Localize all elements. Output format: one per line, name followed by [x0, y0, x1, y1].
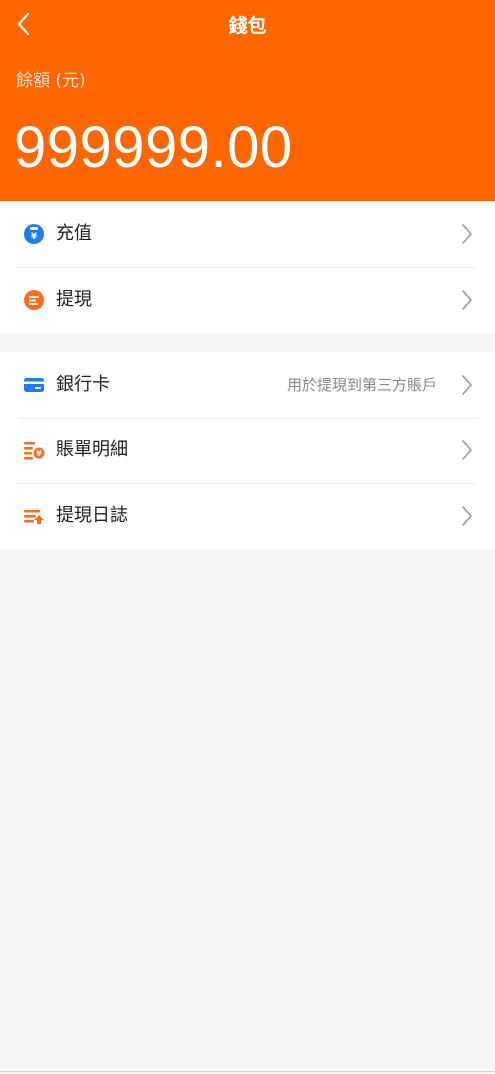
- bill-details-icon: ¥: [23, 439, 45, 461]
- menu-item-label: 銀行卡: [56, 373, 110, 395]
- account-menu: 銀行卡 用於提現到第三方賬戶 ¥ 賬單明細 提現日誌: [0, 352, 495, 549]
- menu-item-label: 提現日誌: [56, 504, 128, 526]
- chevron-right-icon: [462, 290, 472, 310]
- menu-item-label: 提現: [56, 289, 92, 310]
- chevron-right-icon: [462, 440, 472, 461]
- recharge-icon: ¥: [23, 223, 45, 245]
- menu-item-withdraw-log[interactable]: 提現日誌: [0, 483, 495, 549]
- page-title: 錢包: [228, 15, 267, 37]
- balance-label: 餘額 (元): [16, 71, 86, 91]
- bank-card-icon: [23, 374, 45, 396]
- balance-value: 999999.00: [14, 115, 293, 180]
- menu-item-withdraw[interactable]: 提現: [0, 267, 495, 333]
- withdraw-log-icon: [23, 505, 45, 527]
- withdraw-icon: [23, 289, 45, 311]
- menu-item-bank-card[interactable]: 銀行卡 用於提現到第三方賬戶: [0, 352, 495, 418]
- bank-card-hint: 用於提現到第三方賬戶: [286, 375, 437, 394]
- funds-menu: ¥ 充值 提現: [0, 201, 495, 333]
- svg-text:¥: ¥: [31, 232, 38, 242]
- chevron-right-icon: [462, 374, 472, 395]
- menu-item-recharge[interactable]: ¥ 充值: [0, 201, 495, 267]
- chevron-right-icon: [462, 506, 472, 526]
- svg-text:¥: ¥: [36, 449, 42, 458]
- menu-item-label: 賬單明細: [56, 439, 128, 461]
- chevron-right-icon: [462, 224, 472, 244]
- wallet-header: 錢包 餘額 (元) 999999.00: [0, 0, 495, 201]
- bottom-divider: [0, 1071, 495, 1072]
- menu-item-bill-details[interactable]: ¥ 賬單明細: [0, 417, 495, 484]
- menu-item-label: 充值: [56, 223, 92, 244]
